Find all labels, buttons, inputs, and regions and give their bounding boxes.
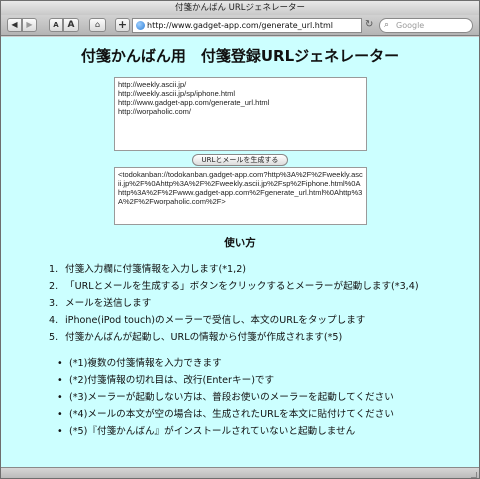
search-icon: ⌕ (384, 20, 390, 30)
usage-steps: 1. 付箋入力欄に付箋情報を入力します(*1,2) 2. 「URLとメールを生成する… (49, 261, 474, 346)
note-item: • (*2)付箋情報の切れ目は、改行(Enterキー)です (57, 372, 475, 389)
forward-arrow-icon: ▶ (26, 20, 33, 29)
reload-button[interactable]: ↻ (365, 19, 375, 30)
browser-window: 付箋かんばん URLジェネレーター ◀ ▶ A A ⌂ + http://www… (0, 0, 480, 479)
text-larger-icon: A (67, 20, 75, 30)
bullet-icon: • (57, 409, 63, 420)
step-item: 3. メールを送信します (49, 298, 152, 309)
search-field[interactable]: ⌕ Google (379, 18, 473, 33)
generated-url-textarea[interactable]: <todokanban://todokanban.gadget-app.com?… (114, 167, 367, 225)
address-bar[interactable]: http://www.gadget-app.com/generate_url.h… (132, 18, 362, 33)
step-item: 5. 付箋かんばんが起動し、URLの情報から付箋が作成されます(*5) (49, 332, 343, 343)
back-button[interactable]: ◀ (7, 18, 22, 32)
window-title: 付箋かんばん URLジェネレーター (174, 3, 306, 13)
note-input-textarea[interactable]: http://weekly.ascii.jp/ http://weekly.as… (114, 77, 367, 151)
reload-icon: ↻ (365, 19, 374, 30)
page-title: 付箋かんばん用 付箋登録URLジェネレーター (80, 47, 400, 65)
page-content: 付箋かんばん用 付箋登録URLジェネレーター http://weekly.asc… (1, 37, 479, 467)
back-arrow-icon: ◀ (11, 20, 18, 29)
usage-notes: • (*1)複数の付箋情報を入力できます • (*2)付箋情報の切れ目は、改行(En… (57, 355, 475, 440)
text-larger-button[interactable]: A (63, 18, 79, 32)
note-item: • (*1)複数の付箋情報を入力できます (57, 355, 475, 372)
home-icon: ⌂ (94, 20, 101, 29)
plus-icon: + (117, 18, 128, 31)
note-item: • (*5)『付箋かんばん』がインストールされていないと起動しません (57, 423, 475, 440)
usage-heading: 使い方 (224, 237, 256, 249)
step-item: 2. 「URLとメールを生成する」ボタンをクリックするとメーラーが起動します(*3… (49, 281, 419, 292)
resize-grip-icon[interactable] (471, 472, 477, 478)
status-bar (1, 467, 479, 478)
bullet-icon: • (57, 358, 63, 369)
add-bookmark-button[interactable]: + (115, 18, 130, 32)
search-placeholder: Google (396, 21, 425, 30)
note-item: • (*3)メーラーが起動しない方は、普段お使いのメーラーを起動してください (57, 389, 475, 406)
address-url: http://www.gadget-app.com/generate_url.h… (147, 21, 333, 30)
bullet-icon: • (57, 392, 63, 403)
generate-button[interactable]: URLとメールを生成する (192, 154, 288, 166)
bullet-icon: • (57, 426, 63, 437)
forward-button[interactable]: ▶ (22, 18, 37, 32)
title-bar: 付箋かんばん URLジェネレーター (1, 1, 479, 15)
text-smaller-button[interactable]: A (49, 18, 63, 32)
globe-icon (136, 21, 145, 30)
text-smaller-icon: A (53, 21, 59, 29)
home-button[interactable]: ⌂ (89, 18, 106, 32)
note-item: • (*4)メールの本文が空の場合は、生成されたURLを本文に貼付けてください (57, 406, 475, 423)
step-item: 4. iPhone(iPod touch)のメーラーで受信し、本文のURLをタップ… (49, 315, 366, 326)
step-item: 1. 付箋入力欄に付箋情報を入力します(*1,2) (49, 264, 247, 275)
browser-toolbar: ◀ ▶ A A ⌂ + http://www.gadget-app.com/ge… (1, 15, 479, 36)
bullet-icon: • (57, 375, 63, 386)
